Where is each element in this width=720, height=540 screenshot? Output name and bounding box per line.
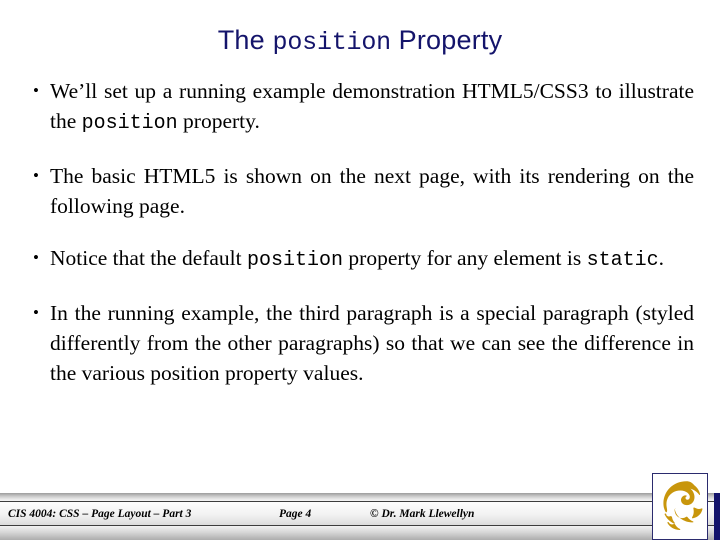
bullet-code-position: position bbox=[81, 112, 178, 135]
bullet-text-segment: Notice that the default bbox=[50, 246, 248, 270]
bullet-text-segment: The basic HTML5 is shown on the next pag… bbox=[50, 164, 694, 218]
bullet-text-segment: property for any element is bbox=[343, 246, 587, 270]
bullet-marker: • bbox=[33, 248, 39, 267]
slide: The position Property • We’ll set up a ru… bbox=[0, 0, 720, 540]
footer-course-label: CIS 4004: CSS – Page Layout – Part 3 bbox=[8, 508, 192, 520]
footer-right-edge bbox=[714, 493, 720, 540]
slide-title: The position Property bbox=[0, 24, 720, 59]
slide-title-part2: Property bbox=[390, 25, 503, 55]
bullet-text-segment: . bbox=[658, 246, 665, 270]
slide-title-part1: The bbox=[217, 25, 273, 55]
bullet-text-segment: property. bbox=[177, 109, 260, 133]
slide-footer: CIS 4004: CSS – Page Layout – Part 3 Pag… bbox=[0, 493, 720, 540]
bullet-marker: • bbox=[33, 303, 39, 322]
slide-title-code-position: position bbox=[272, 28, 392, 57]
slide-body: • We’ll set up a running example demonstr… bbox=[28, 76, 694, 388]
bullet-item: • In the running example, the third parag… bbox=[28, 298, 694, 388]
pegasus-icon bbox=[663, 481, 703, 531]
footer-page-number: Page 4 bbox=[279, 508, 312, 520]
bullet-marker: • bbox=[33, 81, 39, 100]
bullet-marker: • bbox=[33, 166, 39, 185]
bullet-item: • We’ll set up a running example demonstr… bbox=[28, 76, 694, 139]
ucf-pegasus-logo bbox=[652, 473, 708, 540]
bullet-item: • Notice that the default position proper… bbox=[28, 243, 694, 276]
bullet-text-segment: In the running example, the third paragr… bbox=[50, 301, 694, 385]
footer-strip-bottom bbox=[0, 526, 720, 540]
footer-copyright: © Dr. Mark Llewellyn bbox=[370, 508, 475, 520]
bullet-item: • The basic HTML5 is shown on the next pa… bbox=[28, 161, 694, 221]
footer-strip-top bbox=[0, 493, 720, 502]
bullet-code-position: position bbox=[247, 249, 344, 272]
bullet-code-static: static bbox=[586, 249, 659, 272]
